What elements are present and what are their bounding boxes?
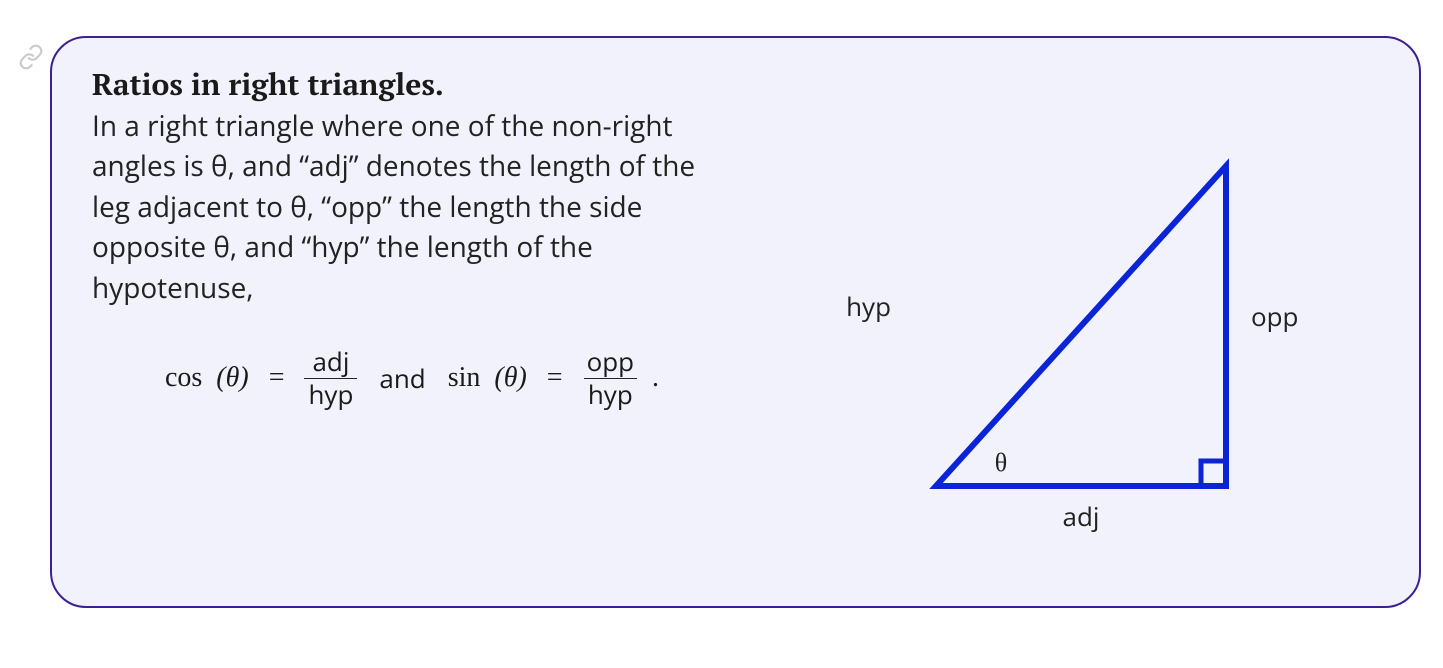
text-column: Ratios in right triangles. In a right tr… [92,66,732,408]
triangle-shape [936,166,1226,486]
fraction-adj-hyp: adj hyp [304,348,357,408]
frac-den-hyp-2: hyp [584,378,637,408]
right-triangle-figure: hyp opp adj θ [826,96,1326,536]
callout-body: In a right triangle where one of the non… [92,106,732,309]
figure-column: hyp opp adj θ [772,66,1379,536]
eq-sign-1: = [263,362,291,394]
and-word: and [371,360,433,396]
frac-num-opp: opp [583,348,638,377]
definition-callout: Ratios in right triangles. In a right tr… [50,36,1421,608]
sin-arg: (θ) [494,362,526,394]
page: Ratios in right triangles. In a right tr… [0,0,1443,668]
fraction-opp-hyp: opp hyp [583,348,638,408]
formula-period: . [652,362,659,394]
opp-label: opp [1251,298,1298,334]
hyp-label: hyp [846,288,891,324]
permalink-icon[interactable] [18,44,44,70]
theta-label: θ [994,448,1006,477]
eq-sign-2: = [541,362,569,394]
adj-label: adj [1062,498,1099,534]
callout-columns: Ratios in right triangles. In a right tr… [92,66,1379,536]
frac-den-hyp-1: hyp [304,378,357,408]
cos-arg: (θ) [216,362,248,394]
formula: cos (θ) = adj hyp and sin (θ) = opp hyp . [92,348,732,408]
cos-fn: cos [165,362,202,394]
sin-fn: sin [448,362,481,394]
frac-num-adj: adj [308,348,353,377]
right-angle-marker [1201,461,1226,486]
callout-heading: Ratios in right triangles. [92,66,732,104]
